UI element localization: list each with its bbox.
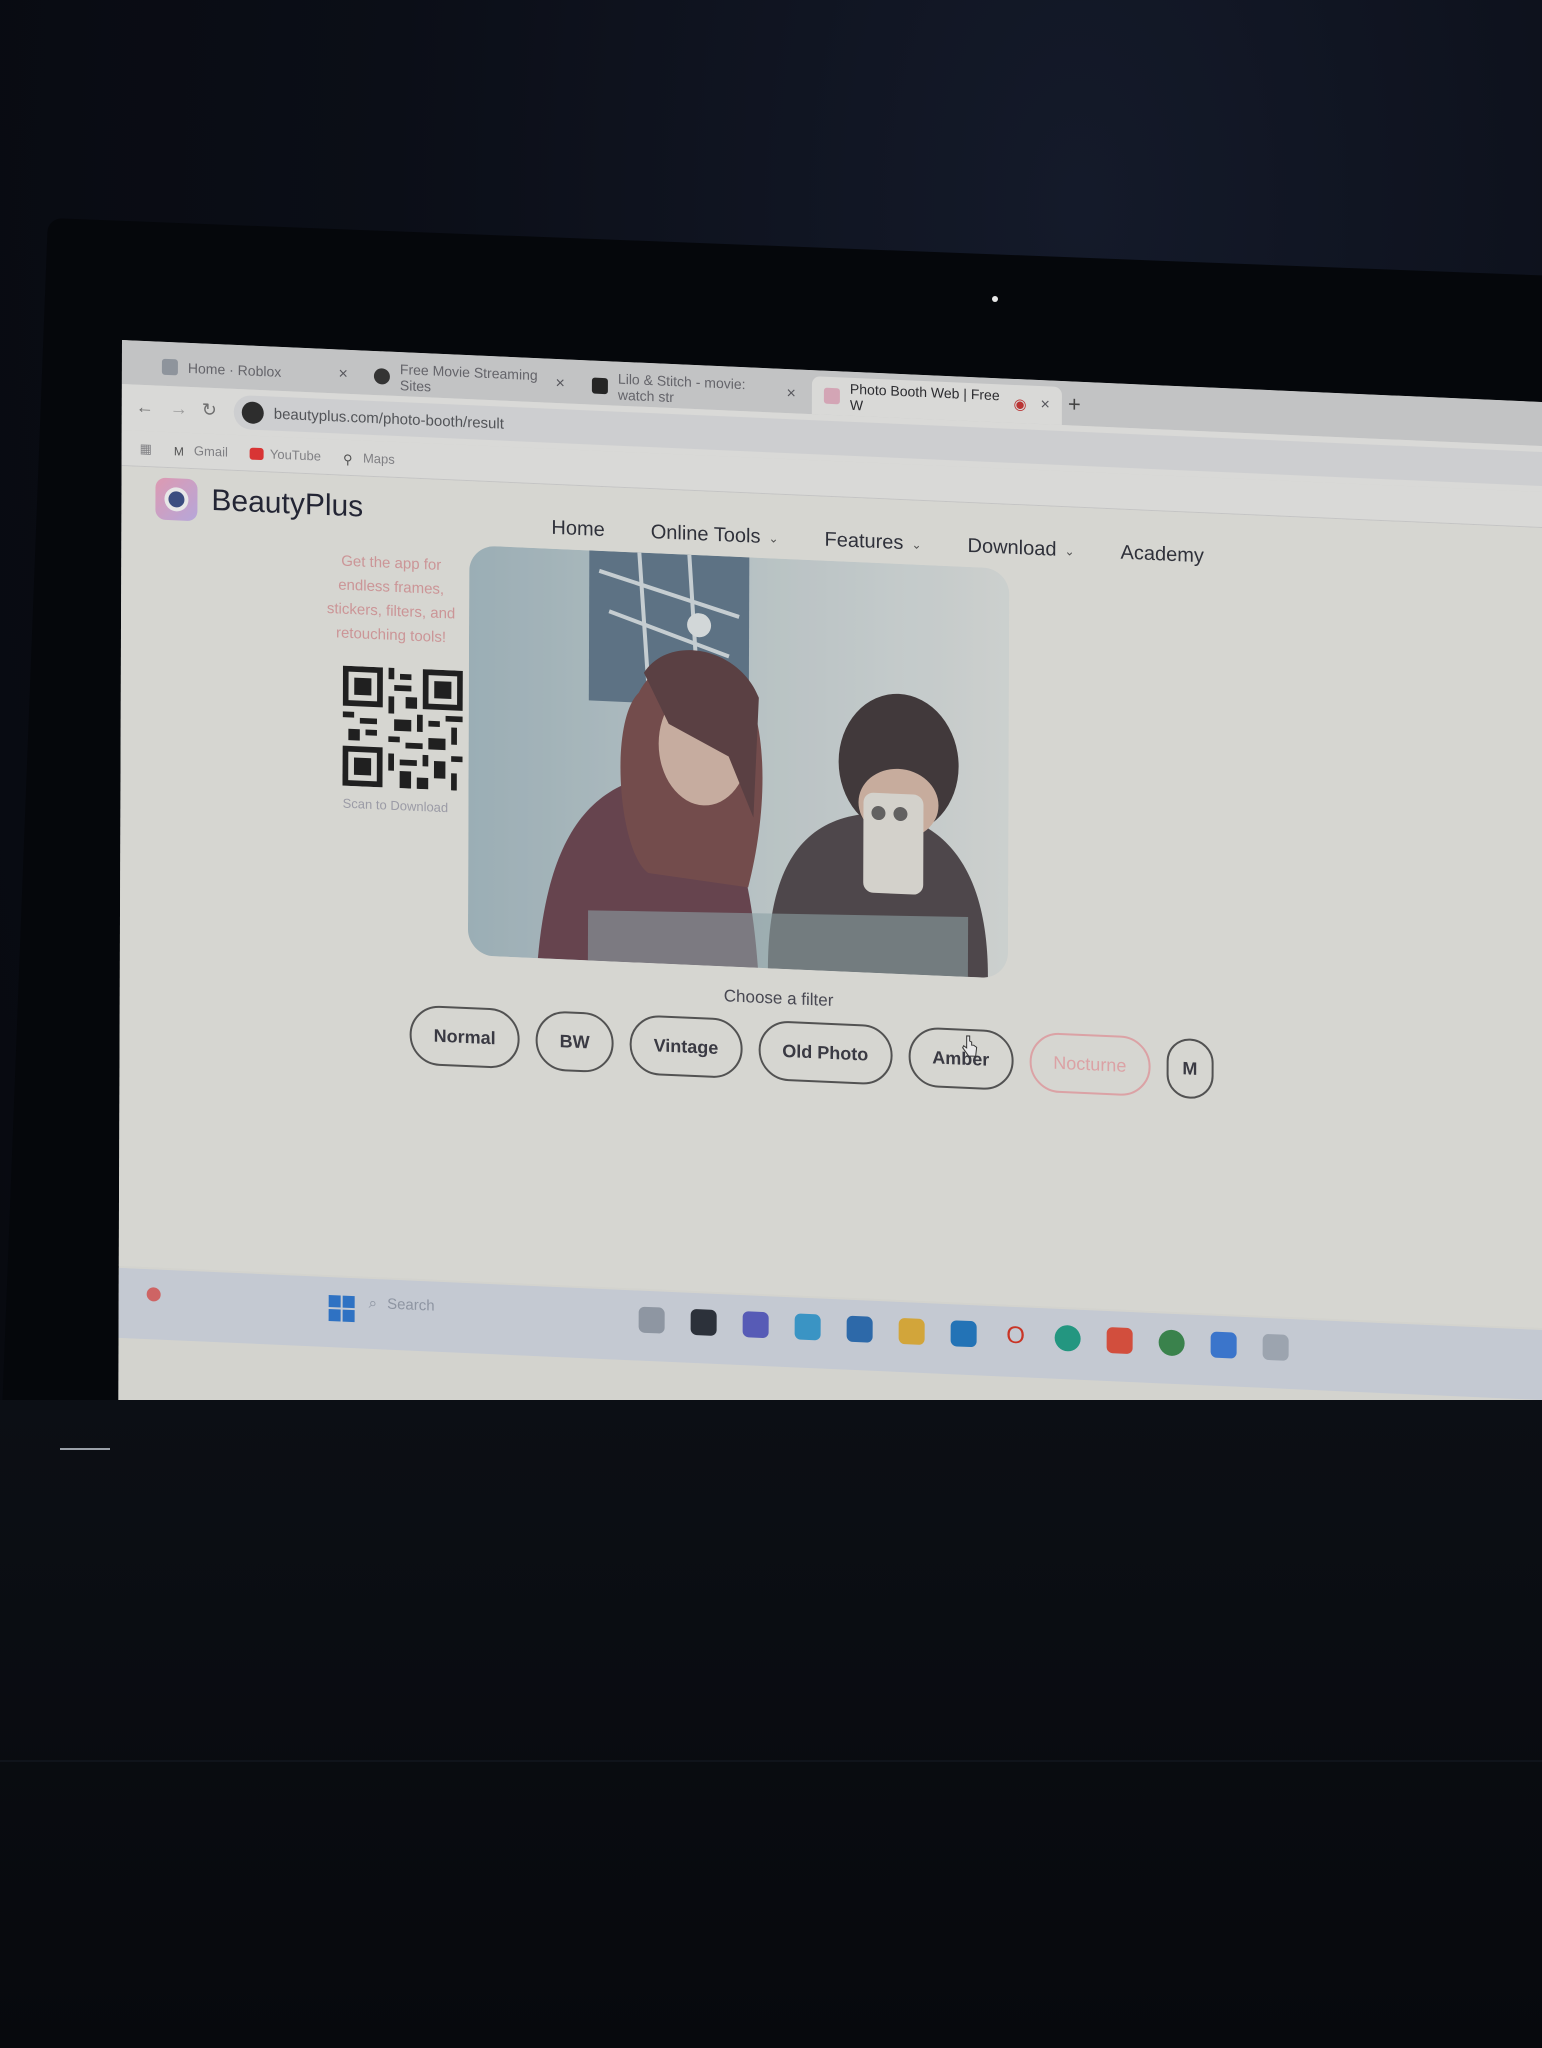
beautyplus-favicon-icon (823, 387, 840, 405)
notification-icon[interactable] (146, 1287, 161, 1302)
nav-label: Download (967, 534, 1057, 561)
bookmark-label: Maps (362, 450, 395, 467)
close-icon[interactable]: × (339, 365, 348, 383)
laptop-screen: Home · Roblox × Free Movie Streaming Sit… (118, 340, 1542, 1475)
windows-start-icon[interactable] (328, 1295, 355, 1323)
nav-features[interactable]: Features ⌄ (824, 529, 921, 556)
brand-name: BeautyPlus (211, 483, 364, 524)
nav-label: Online Tools (650, 521, 761, 548)
filter-section-title: Choose a filter (723, 986, 834, 1011)
search-icon: ⌕ (368, 1294, 378, 1313)
map-pin-icon: ⚲ (342, 451, 353, 467)
nav-label: Academy (1120, 541, 1204, 568)
app-promo-text: Get the app for endless frames, stickers… (326, 552, 456, 647)
teams-icon[interactable] (742, 1311, 769, 1339)
chevron-down-icon: ⌄ (1064, 543, 1075, 559)
forward-arrow-icon[interactable]: → (170, 398, 188, 420)
close-icon[interactable]: × (556, 375, 565, 393)
edge-icon[interactable] (1054, 1324, 1081, 1352)
youtube-icon (249, 447, 264, 460)
qr-caption: Scan to Download (342, 795, 449, 816)
recording-icon: ◉ (1013, 395, 1027, 414)
bookmark-label: YouTube (269, 446, 321, 464)
nav-label: Home (551, 516, 605, 542)
opera-icon[interactable]: O (1002, 1322, 1029, 1350)
app-icon[interactable] (1262, 1333, 1289, 1361)
store-icon[interactable] (846, 1315, 873, 1343)
task-view-icon[interactable] (638, 1306, 665, 1334)
copilot-icon[interactable] (794, 1313, 821, 1341)
brave-icon[interactable] (1106, 1326, 1133, 1355)
nav-label: Features (824, 528, 904, 555)
webcam-light (992, 296, 998, 302)
back-arrow-icon[interactable]: ← (136, 397, 154, 419)
taskbar-apps: O (638, 1306, 1289, 1361)
beautyplus-logo[interactable]: BeautyPlus (155, 477, 363, 528)
filter-next-partial-button[interactable]: M (1166, 1037, 1214, 1100)
nav-home[interactable]: Home (551, 517, 604, 542)
roblox-favicon-icon (161, 358, 178, 376)
file-explorer-icon[interactable] (898, 1317, 925, 1346)
taskbar-search-placeholder: Search (387, 1295, 435, 1315)
web-page: BeautyPlus Home Online Tools ⌄ Features … (118, 465, 1542, 1331)
discord-icon[interactable] (1210, 1331, 1237, 1359)
gmail-icon: M (173, 443, 184, 459)
apps-grid-icon[interactable]: ▦ (140, 440, 152, 457)
close-icon[interactable]: × (1041, 396, 1050, 414)
filter-bw-button[interactable]: BW (535, 1010, 614, 1074)
bookmark-maps[interactable]: ⚲ Maps (343, 450, 395, 467)
widgets-icon[interactable] (690, 1308, 717, 1336)
site-favicon-icon (591, 377, 608, 395)
bookmark-label: Gmail (193, 443, 228, 460)
nav-download[interactable]: Download ⌄ (967, 535, 1074, 563)
beautyplus-logo-icon (155, 477, 198, 522)
taskbar-search[interactable]: ⌕ Search (369, 1295, 435, 1315)
site-favicon-icon (373, 367, 390, 385)
tab-title: Lilo & Stitch - movie: watch str (617, 370, 746, 406)
tab-title: Photo Booth Web | Free W (849, 380, 1000, 414)
deck-reflection (60, 1448, 110, 1450)
site-info-icon[interactable] (241, 401, 264, 425)
outlook-icon[interactable] (950, 1320, 977, 1348)
bookmark-youtube[interactable]: YouTube (249, 446, 321, 464)
download-qr-code[interactable] (342, 665, 463, 791)
reload-icon[interactable]: ↻ (202, 399, 217, 421)
nav-academy[interactable]: Academy (1121, 542, 1204, 569)
filter-options: Normal BW Vintage Old Photo Amber Noctur… (409, 1004, 1214, 1100)
tab-title: Free Movie Streaming Sites (399, 361, 538, 395)
hand-pointer-cursor-icon (962, 1035, 978, 1057)
photo-booth-result-image (467, 545, 1010, 979)
new-tab-plus-icon[interactable]: + (1068, 391, 1081, 418)
filter-vintage-button[interactable]: Vintage (629, 1014, 743, 1080)
chevron-down-icon: ⌄ (768, 530, 779, 546)
close-icon[interactable]: × (787, 385, 796, 403)
chrome-icon[interactable] (1158, 1329, 1185, 1357)
filter-old-photo-button[interactable]: Old Photo (758, 1019, 893, 1086)
filter-nocturne-button[interactable]: Nocturne (1029, 1031, 1151, 1097)
filter-normal-button[interactable]: Normal (409, 1004, 520, 1070)
nav-online-tools[interactable]: Online Tools ⌄ (651, 521, 779, 550)
laptop-keyboard-deck (0, 1400, 1542, 2048)
url-text: beautyplus.com/photo-booth/result (273, 405, 504, 433)
chevron-down-icon: ⌄ (911, 536, 922, 552)
keyboard-edge (0, 1760, 1542, 1762)
bookmark-gmail[interactable]: M Gmail (174, 442, 228, 459)
tab-title: Home · Roblox (187, 359, 282, 380)
